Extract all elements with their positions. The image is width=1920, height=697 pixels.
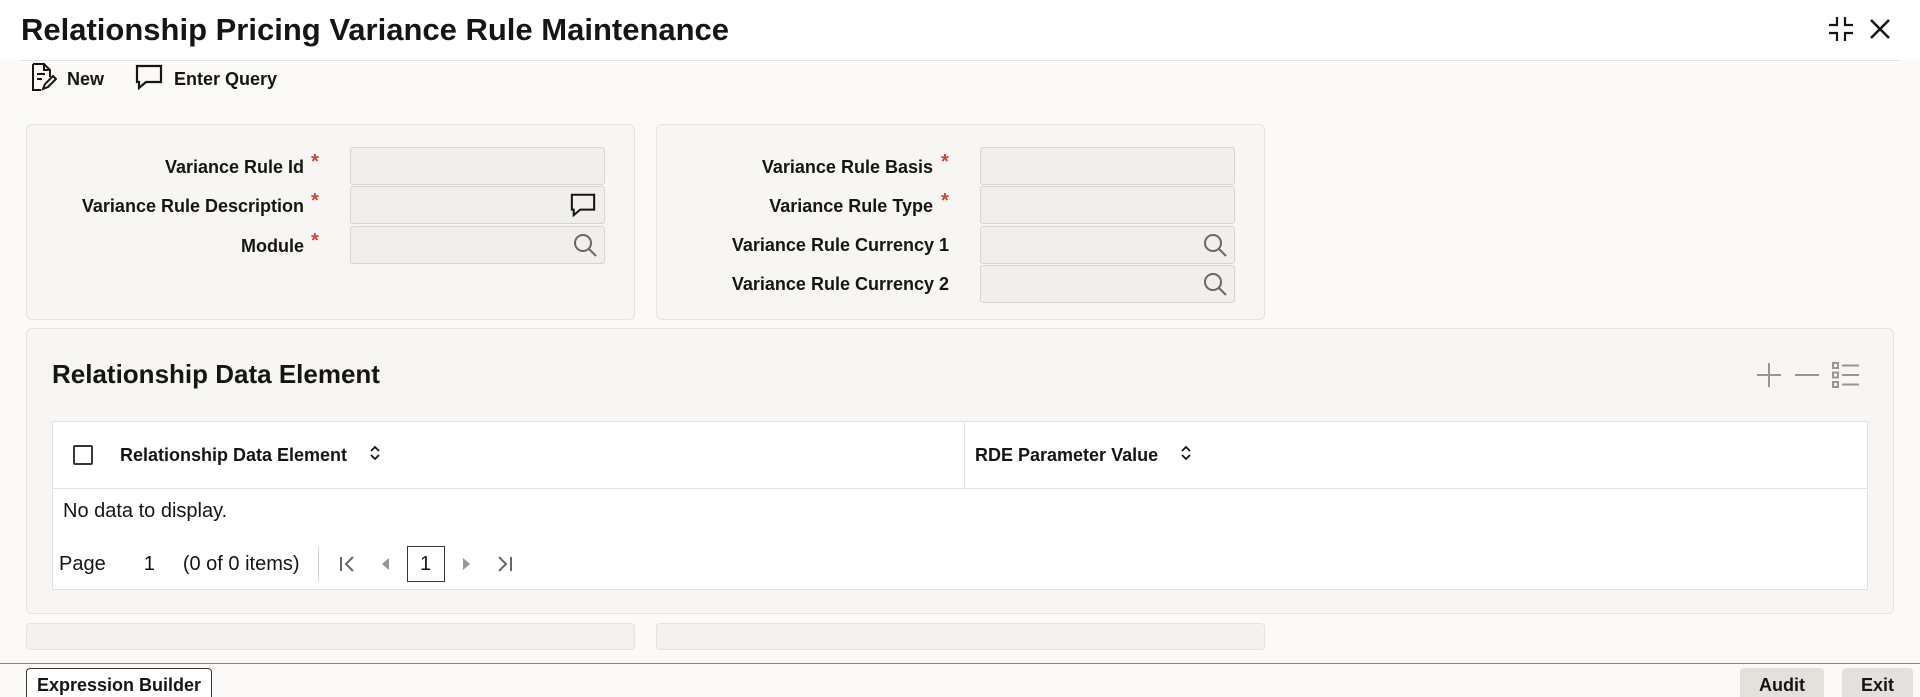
footer-strip-right xyxy=(656,623,1265,650)
single-record-view-icon[interactable] xyxy=(1829,358,1863,392)
page-label: Page xyxy=(59,552,106,575)
enter-query-button[interactable]: Enter Query xyxy=(134,62,277,96)
footer-divider xyxy=(0,663,1920,664)
previous-page-icon[interactable] xyxy=(367,545,405,583)
variance-rule-description-label: Variance Rule Description xyxy=(81,196,304,216)
search-icon[interactable] xyxy=(1199,268,1231,300)
expression-builder-button[interactable]: Expression Builder xyxy=(26,668,213,697)
last-page-icon[interactable] xyxy=(485,545,523,583)
variance-rule-currency-1-label: Variance Rule Currency 1 xyxy=(731,235,949,255)
new-button-label: New xyxy=(67,68,105,89)
new-button[interactable]: New xyxy=(29,62,104,96)
variance-rule-id-input[interactable] xyxy=(350,147,605,185)
exit-button[interactable]: Exit xyxy=(1842,668,1914,697)
next-page-icon[interactable] xyxy=(447,545,485,583)
speech-bubble-icon xyxy=(134,63,164,96)
page-title: Relationship Pricing Variance Rule Maint… xyxy=(21,12,730,47)
variance-rule-basis-input[interactable] xyxy=(980,147,1235,185)
variance-rule-currency-2-label: Variance Rule Currency 2 xyxy=(731,274,949,294)
required-marker: * xyxy=(311,151,319,173)
column-header-label: Relationship Data Element xyxy=(120,445,348,465)
items-summary: (0 of 0 items) xyxy=(182,552,300,575)
required-marker: * xyxy=(941,190,949,212)
pager-divider xyxy=(317,547,319,581)
sort-icon xyxy=(369,444,381,467)
current-page-box[interactable]: 1 xyxy=(406,546,445,582)
variance-rule-basis-label: Variance Rule Basis xyxy=(761,157,933,177)
audit-button[interactable]: Audit xyxy=(1740,668,1824,697)
table-header-row: Relationship Data Element RDE Parameter … xyxy=(53,422,1867,489)
module-label: Module xyxy=(241,236,304,256)
required-marker: * xyxy=(941,151,949,173)
title-divider xyxy=(21,60,1899,61)
search-icon[interactable] xyxy=(1199,229,1231,261)
variance-rule-id-label: Variance Rule Id xyxy=(164,157,304,177)
variance-rule-type-label: Variance Rule Type xyxy=(769,196,933,216)
column-divider xyxy=(964,422,965,489)
search-icon[interactable] xyxy=(569,229,601,261)
module-input[interactable] xyxy=(350,226,605,264)
footer-strip-left xyxy=(26,623,635,650)
variance-rule-currency-1-input[interactable] xyxy=(980,226,1235,264)
empty-table-message: No data to display. xyxy=(63,500,228,522)
column-header-relationship-data-element[interactable]: Relationship Data Element xyxy=(120,422,381,489)
new-document-icon xyxy=(29,62,58,97)
data-table: Relationship Data Element RDE Parameter … xyxy=(52,421,1868,590)
sort-icon xyxy=(1180,444,1192,467)
required-marker: * xyxy=(311,190,319,212)
select-all-checkbox[interactable] xyxy=(73,445,93,465)
variance-rule-currency-2-input[interactable] xyxy=(980,265,1235,303)
page-number: 1 xyxy=(143,552,155,575)
enter-query-label: Enter Query xyxy=(174,68,278,89)
comment-icon[interactable] xyxy=(567,189,599,221)
pagination-bar: Page 1 (0 of 0 items) 1 xyxy=(59,544,523,584)
grid-title: Relationship Data Element xyxy=(52,359,380,389)
required-marker: * xyxy=(311,230,319,252)
column-header-label: RDE Parameter Value xyxy=(975,445,1159,465)
close-icon[interactable] xyxy=(1863,12,1897,46)
column-header-rde-parameter-value[interactable]: RDE Parameter Value xyxy=(975,422,1192,489)
variance-rule-type-input[interactable] xyxy=(980,186,1235,224)
add-row-icon[interactable] xyxy=(1752,358,1786,392)
first-page-icon[interactable] xyxy=(329,545,367,583)
minimize-corners-icon[interactable] xyxy=(1824,12,1858,46)
delete-row-icon[interactable] xyxy=(1790,358,1824,392)
